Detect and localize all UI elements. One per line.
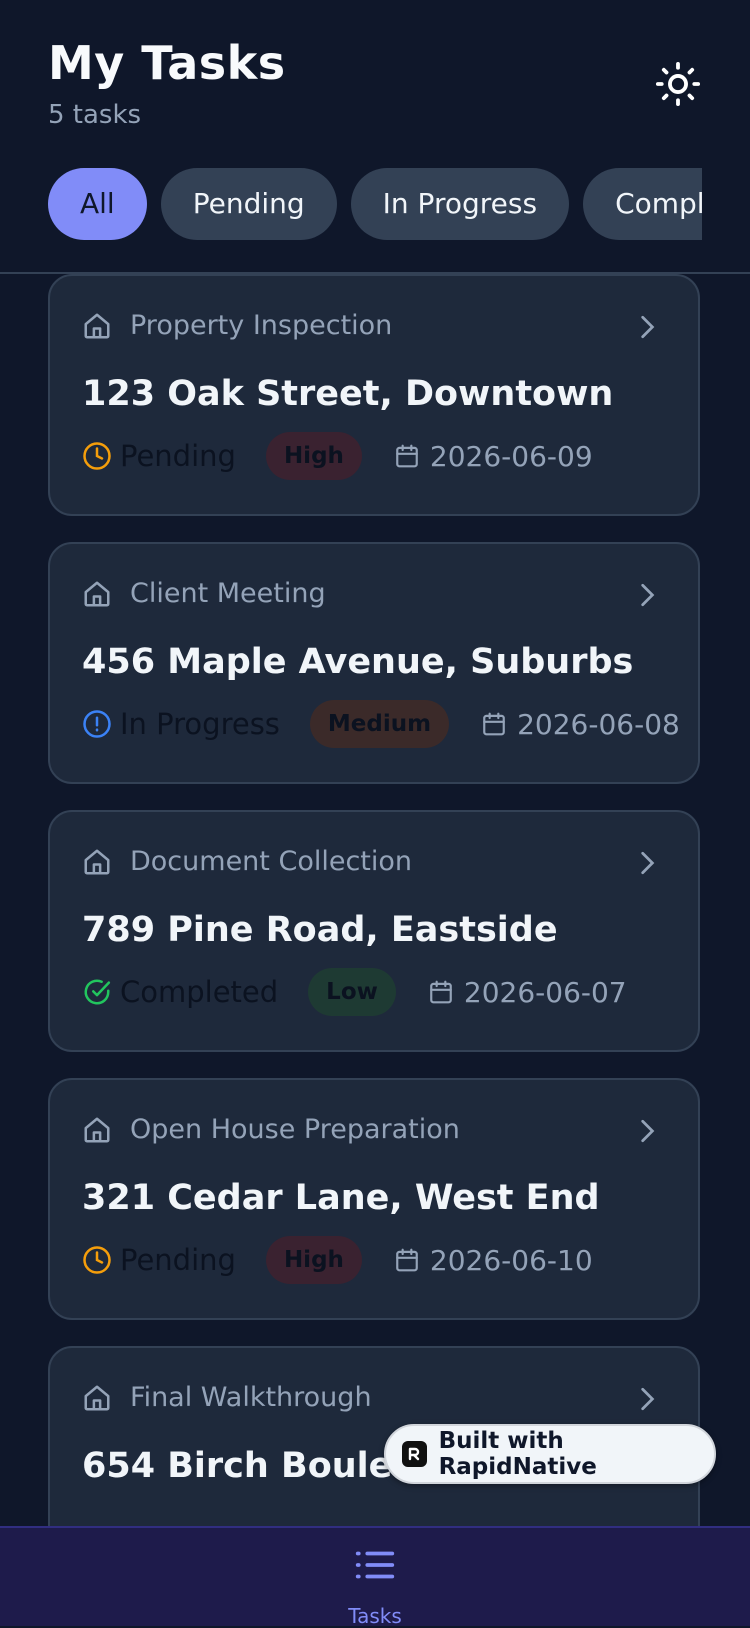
priority-badge: Low [308, 968, 396, 1016]
chevron-right-icon [641, 851, 655, 875]
page-title: My Tasks [48, 36, 286, 90]
task-category-label: Document Collection [130, 846, 413, 877]
filter-chip-all[interactable]: All [48, 168, 147, 240]
chevron-right-icon [641, 1387, 655, 1411]
due-date-label: 2026-06-08 [517, 707, 680, 741]
chevron-right-icon [641, 315, 655, 339]
home-icon [84, 849, 110, 874]
task-meta: In Progress Medium 2026-06-08 [82, 699, 680, 749]
filter-chip-completed[interactable]: Completed [583, 168, 702, 240]
task-category: Property Inspection [82, 310, 392, 341]
bottom-tab-bar: Tasks [0, 1526, 750, 1628]
calendar-icon [396, 444, 418, 468]
task-meta: Completed Low 2026-06-07 [82, 967, 627, 1017]
clock-icon [83, 442, 111, 470]
sun-icon [655, 61, 701, 107]
badge-label: Built with RapidNative [438, 1428, 597, 1480]
task-address: 456 Maple Avenue, Suburbs [82, 642, 634, 682]
task-category-label: Open House Preparation [130, 1114, 460, 1145]
calendar-icon [483, 712, 505, 736]
status-label: Pending [120, 439, 236, 473]
due-date: 2026-06-07 [428, 976, 627, 1009]
task-category-label: Property Inspection [130, 310, 393, 341]
home-icon [84, 1385, 110, 1410]
task-list[interactable]: Property Inspection 123 Oak Street, Down… [0, 274, 750, 1526]
theme-toggle-button[interactable] [650, 56, 706, 112]
task-category: Final Walkthrough [82, 1382, 372, 1413]
due-date: 2026-06-08 [481, 708, 680, 741]
task-address: 321 Cedar Lane, West End [82, 1178, 600, 1218]
task-category: Document Collection [82, 846, 412, 877]
task-category: Open House Preparation [82, 1114, 460, 1145]
due-date-label: 2026-06-07 [463, 975, 627, 1009]
task-card[interactable]: Open House Preparation 321 Cedar Lane, W… [48, 1078, 700, 1320]
task-meta: Pending High 2026-06-09 [82, 431, 593, 481]
due-date-label: 2026-06-09 [429, 439, 593, 473]
calendar-icon [430, 980, 452, 1004]
filter-chips: AllPendingIn ProgressCompleted [48, 168, 702, 240]
filter-chip-pending[interactable]: Pending [160, 168, 337, 240]
task-category: Client Meeting [82, 578, 326, 609]
header: My Tasks 5 tasks All Pending In Progress Co… [0, 0, 750, 274]
alert-circle-icon [83, 710, 111, 738]
check-circle-icon [84, 979, 111, 1005]
task-card[interactable]: Property Inspection 123 Oak Street, Down… [48, 274, 700, 516]
task-category-label: Client Meeting [130, 578, 326, 609]
task-address: 789 Pine Road, Eastside [82, 910, 558, 950]
built-with-rapidnative-badge[interactable]: Built with RapidNative [384, 1424, 716, 1484]
task-address: 123 Oak Street, Downtown [82, 374, 614, 414]
home-icon [84, 313, 110, 338]
task-category-label: Final Walkthrough [130, 1382, 372, 1413]
status-label: Completed [120, 975, 279, 1009]
rapidnative-logo-icon [402, 1441, 427, 1467]
task-meta: Pending High 2026-06-10 [82, 1235, 593, 1285]
list-icon [355, 1551, 395, 1579]
priority-badge: Medium [309, 700, 450, 748]
status-label: In Progress [120, 707, 280, 741]
priority-badge: High [265, 432, 362, 480]
home-icon [84, 1117, 110, 1142]
due-date: 2026-06-09 [394, 440, 593, 473]
status-label: Pending [120, 1243, 236, 1277]
due-date-label: 2026-06-10 [429, 1243, 593, 1277]
calendar-icon [396, 1248, 418, 1272]
priority-badge: High [265, 1236, 362, 1284]
clock-icon [83, 1246, 111, 1274]
task-count: 5 tasks [48, 100, 142, 130]
home-icon [84, 581, 110, 606]
filter-chip-in-progress[interactable]: In Progress [350, 168, 570, 240]
chevron-right-icon [641, 583, 655, 607]
chevron-right-icon [641, 1119, 655, 1143]
task-card[interactable]: Document Collection 789 Pine Road, Easts… [48, 810, 700, 1052]
due-date: 2026-06-10 [394, 1244, 593, 1277]
tab-tasks[interactable]: Tasks [330, 1538, 420, 1628]
task-card[interactable]: Client Meeting 456 Maple Avenue, Suburbs… [48, 542, 700, 784]
tab-tasks-label: Tasks [348, 1604, 402, 1628]
